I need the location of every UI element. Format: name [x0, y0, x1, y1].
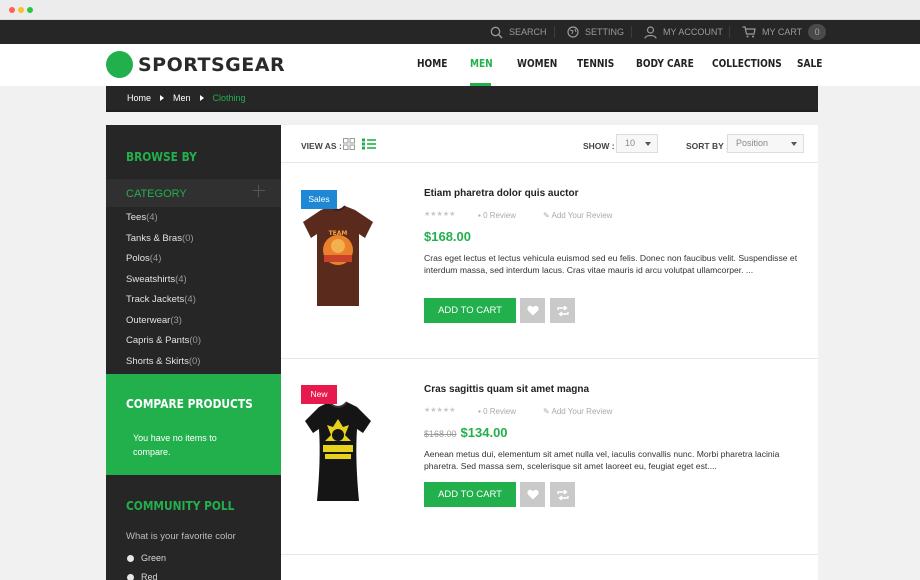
product-price: $134.00 — [460, 425, 508, 440]
search-label: Search — [509, 27, 547, 37]
nav-tennis[interactable]: TENNIS — [577, 44, 614, 86]
product-price-block: $168.00 $134.00 — [424, 425, 508, 440]
compare-button[interactable] — [550, 482, 575, 507]
old-price: $168.00 — [424, 429, 457, 439]
show-select[interactable]: 10 — [616, 134, 658, 153]
poll-question: What is your favorite color — [126, 531, 236, 542]
sort-by-label: Sort by : — [686, 141, 729, 151]
review-count[interactable]: ▪ 0 Review — [478, 407, 516, 416]
rating-stars-icon: ★★★★★ — [424, 211, 456, 218]
add-to-cart-button[interactable]: Add to cart — [424, 298, 516, 323]
new-badge: New — [301, 385, 337, 404]
heart-icon — [526, 305, 539, 316]
nav-men[interactable]: MEN — [470, 44, 493, 86]
product-list-area: View as : Show : 10 Sort by : Position T… — [281, 125, 818, 580]
nav-body-care[interactable]: BODY CARE — [636, 44, 694, 86]
browser-chrome — [0, 0, 920, 20]
nav-women[interactable]: WOMEN — [517, 44, 557, 86]
nav-home[interactable]: HOME — [417, 44, 447, 86]
poll-option-green[interactable]: Green — [127, 553, 166, 563]
product-image[interactable] — [299, 399, 377, 503]
list-toolbar: View as : Show : 10 Sort by : Position — [281, 125, 818, 163]
globe-icon — [567, 26, 579, 38]
category-item[interactable]: Sweatshirts(4) — [126, 273, 201, 294]
setting-label: Setting — [585, 27, 625, 37]
product-description: Cras eget lectus et lectus vehicula euis… — [424, 253, 798, 275]
minimize-window-icon[interactable] — [18, 7, 24, 13]
search-link[interactable]: Search — [490, 20, 547, 44]
category-item[interactable]: Capris & Pants(0) — [126, 334, 201, 355]
maximize-window-icon[interactable] — [27, 7, 33, 13]
add-review-link[interactable]: ✎ Add Your Review — [543, 211, 612, 220]
breadcrumb-arrow-icon — [160, 95, 165, 101]
account-label: My Account — [663, 27, 723, 37]
compare-products-heading: COMPARE PRODUCTS — [126, 396, 253, 411]
product-item: TEAM Sales Etiam pharetra dolor quis auc… — [281, 163, 818, 359]
breadcrumb-men[interactable]: Men — [173, 93, 191, 103]
radio-button[interactable] — [127, 554, 134, 562]
expand-plus-icon[interactable] — [253, 185, 265, 197]
product-price: $168.00 — [424, 229, 471, 244]
compare-button[interactable] — [550, 298, 575, 323]
cart-icon — [742, 26, 756, 38]
close-window-icon[interactable] — [9, 7, 15, 13]
add-to-cart-button[interactable]: Add to cart — [424, 482, 516, 507]
compare-arrows-icon — [556, 489, 569, 500]
compare-products-box: COMPARE PRODUCTS You have no items to co… — [106, 374, 281, 475]
heart-icon — [526, 489, 539, 500]
category-list: Tees(4) Tanks & Bras(0) Polos(4) Sweatsh… — [126, 211, 201, 375]
radio-button[interactable] — [127, 573, 134, 580]
wishlist-button[interactable] — [520, 482, 545, 507]
breadcrumb-current: Clothing — [212, 93, 246, 103]
review-count[interactable]: ▪ 0 Review — [478, 211, 516, 220]
grid-view-icon[interactable] — [343, 138, 355, 150]
site-header: SPORTSGEAR HOME MEN WOMEN TENNIS BODY CA… — [0, 44, 920, 86]
community-poll-heading: COMMUNITY POLL — [126, 498, 235, 513]
cart-label: My Cart — [762, 27, 803, 37]
view-as-label: View as : — [301, 141, 342, 151]
sort-select[interactable]: Position — [727, 134, 804, 153]
sidebar: BROWSE BY Category Tees(4) Tanks & Bras(… — [106, 125, 281, 580]
product-image[interactable]: TEAM — [299, 204, 377, 308]
product-description: Aenean metus dui, elementum sit amet nul… — [424, 449, 780, 471]
nav-sale[interactable]: SALE — [797, 44, 822, 86]
category-header[interactable]: Category — [106, 179, 281, 207]
category-item[interactable]: Outerwear(3) — [126, 314, 201, 335]
category-item[interactable]: Tees(4) — [126, 211, 201, 232]
user-icon — [644, 25, 657, 39]
wishlist-button[interactable] — [520, 298, 545, 323]
compare-empty-text: You have no items to compare. — [133, 433, 217, 457]
nav-collections[interactable]: COLLECTIONS — [712, 44, 782, 86]
breadcrumb-home[interactable]: Home — [127, 93, 151, 103]
category-label: Category — [126, 188, 187, 200]
breadcrumb-arrow-icon — [199, 95, 204, 101]
category-item[interactable]: Track Jackets(4) — [126, 293, 201, 314]
search-icon — [490, 26, 503, 39]
product-title[interactable]: Etiam pharetra dolor quis auctor — [424, 188, 578, 199]
chevron-down-icon — [791, 142, 797, 146]
poll-option-red[interactable]: Red — [127, 572, 158, 580]
product-title[interactable]: Cras sagittis quam sit amet magna — [424, 384, 589, 395]
sales-badge: Sales — [301, 190, 337, 209]
product-item: New Cras sagittis quam sit amet magna ★★… — [281, 359, 818, 555]
category-item[interactable]: Shorts & Skirts(0) — [126, 355, 201, 376]
setting-link[interactable]: Setting — [567, 20, 624, 44]
list-view-icon[interactable] — [362, 138, 376, 150]
account-link[interactable]: My Account — [644, 20, 723, 44]
show-label: Show : — [583, 141, 615, 151]
category-item[interactable]: Tanks & Bras(0) — [126, 232, 201, 253]
rating-stars-icon: ★★★★★ — [424, 407, 456, 414]
main-nav: HOME MEN WOMEN TENNIS BODY CARE COLLECTI… — [0, 44, 920, 86]
category-item[interactable]: Polos(4) — [126, 252, 201, 273]
browse-by-heading: BROWSE BY — [126, 149, 197, 164]
add-review-link[interactable]: ✎ Add Your Review — [543, 407, 612, 416]
chevron-down-icon — [645, 142, 651, 146]
svg-text:TEAM: TEAM — [329, 230, 348, 237]
cart-count-badge: 0 — [808, 24, 827, 40]
breadcrumb: Home Men Clothing — [106, 86, 818, 112]
cart-link[interactable]: My Cart 0 — [742, 20, 827, 44]
compare-arrows-icon — [556, 305, 569, 316]
top-bar: Search Setting My Account My Cart 0 — [0, 20, 920, 44]
